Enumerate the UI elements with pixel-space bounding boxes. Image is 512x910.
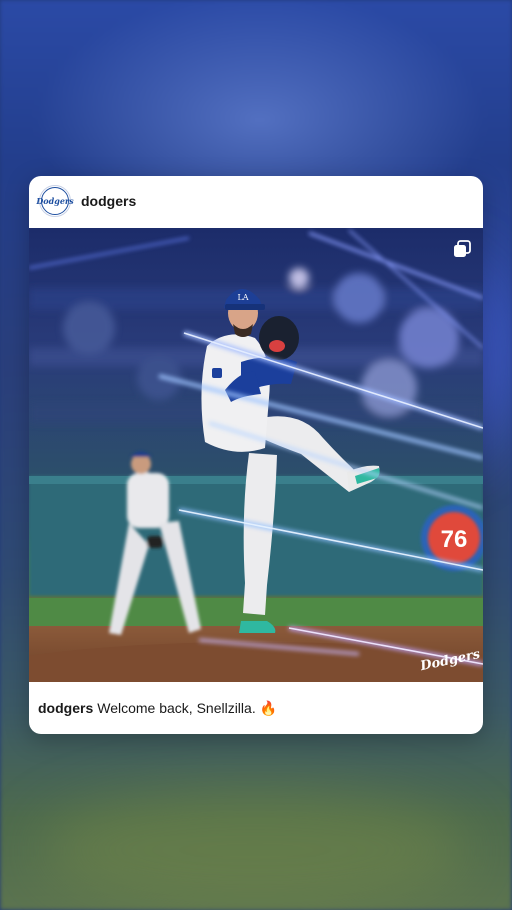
svg-text:LA: LA (237, 293, 248, 302)
post-photo[interactable]: 76 LA Dodgers (29, 228, 483, 682)
76-sign-text: 76 (441, 526, 468, 553)
post-preview-card[interactable]: Dodgers dodgers 76 LA Dodgers dodgers We… (29, 176, 483, 734)
dodgers-logo: Dodgers (36, 187, 74, 215)
background-field-glow (40, 790, 470, 910)
post-header: Dodgers dodgers (29, 176, 483, 228)
fire-emoji: 🔥 (259, 700, 278, 716)
profile-avatar[interactable]: Dodgers (36, 185, 74, 217)
post-username[interactable]: dodgers (81, 193, 136, 209)
multiple-photos-icon (454, 240, 471, 257)
post-caption: dodgers Welcome back, Snellzilla. 🔥 (38, 700, 277, 717)
caption-username[interactable]: dodgers (38, 700, 93, 716)
pitcher-illustration: 76 LA Dodgers (29, 228, 483, 682)
caption-text: Welcome back, Snellzilla. (97, 700, 256, 716)
